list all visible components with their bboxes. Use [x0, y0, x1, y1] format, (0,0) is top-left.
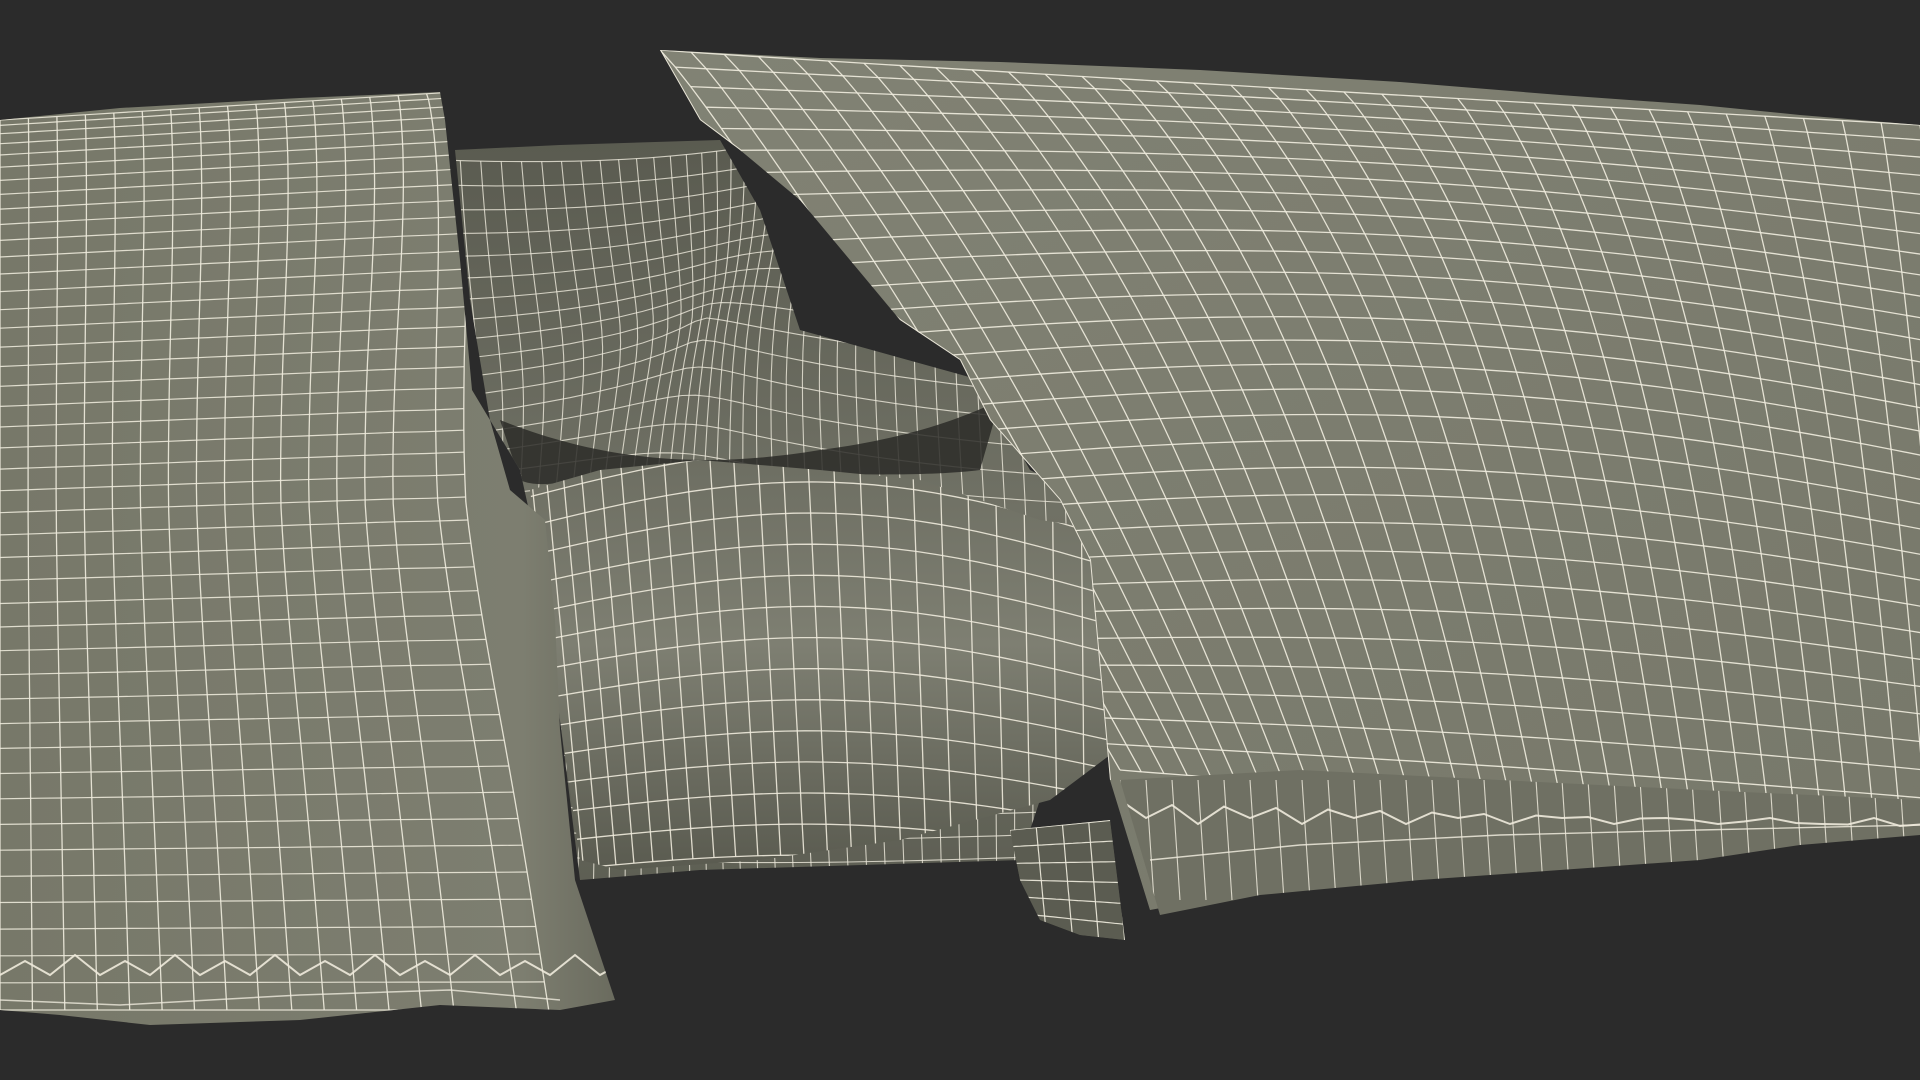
wireframe-scene	[0, 50, 1920, 1025]
lower-flap	[1010, 820, 1125, 940]
render-viewport	[0, 0, 1920, 1080]
